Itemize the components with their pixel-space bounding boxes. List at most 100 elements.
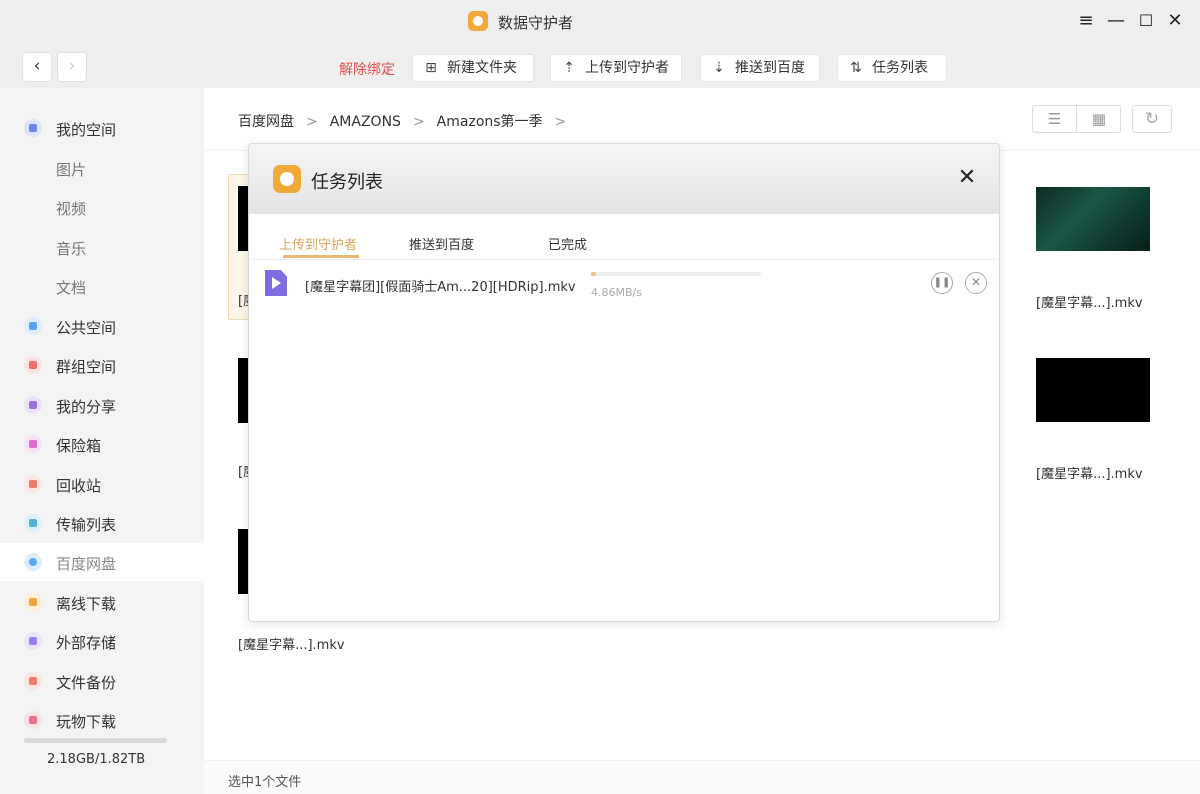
sidebar-item-external-storage[interactable]: 外部存储	[0, 622, 204, 660]
app-title: 数据守护者	[498, 14, 574, 32]
grid-view-icon[interactable]: ▦	[1077, 106, 1121, 132]
sidebar-item-videos[interactable]: 视频	[0, 188, 204, 226]
sort-arrows-icon: ⇅	[850, 60, 862, 76]
breadcrumb-item[interactable]: AMAZONS	[330, 114, 401, 130]
sidebar-item-safe[interactable]: 保险箱	[0, 425, 204, 463]
breadcrumb: 百度网盘 > AMAZONS > Amazons第一季 >	[238, 111, 578, 131]
sidebar-item-recycle-bin[interactable]: 回收站	[0, 465, 204, 503]
new-folder-button[interactable]: ⊞ 新建文件夹	[412, 54, 534, 82]
push-to-baidu-button[interactable]: ⇣ 推送到百度	[700, 54, 820, 82]
sidebar-item-my-share[interactable]: 我的分享	[0, 386, 204, 424]
sidebar-item-file-backup[interactable]: 文件备份	[0, 662, 204, 700]
push-label: 推送到百度	[735, 60, 805, 76]
sidebar-item-label: 音乐	[56, 240, 87, 258]
sidebar-item-pictures[interactable]: 图片	[0, 149, 204, 187]
sidebar-item-label: 文件备份	[56, 674, 117, 692]
baidu-cloud-icon	[24, 553, 42, 571]
sidebar-item-documents[interactable]: 文档	[0, 267, 204, 305]
new-folder-icon: ⊞	[425, 60, 437, 76]
download-icon	[24, 593, 42, 611]
close-icon[interactable]: ✕	[955, 166, 979, 190]
dialog-header: 任务列表 ✕	[249, 144, 999, 214]
chevron-right-icon: >	[412, 114, 425, 130]
view-toggle: ☰ ▦	[1032, 105, 1121, 133]
sidebar-item-label: 我的空间	[56, 121, 117, 139]
task-list-button[interactable]: ⇅ 任务列表	[837, 54, 947, 82]
tab-upload[interactable]: 上传到守护者	[279, 234, 357, 253]
sidebar-item-label: 公共空间	[56, 319, 117, 337]
sidebar-item-label: 百度网盘	[56, 555, 117, 573]
app-logo-icon	[468, 11, 488, 31]
cancel-icon[interactable]: ✕	[965, 272, 987, 294]
pause-icon[interactable]: ❚❚	[931, 272, 953, 294]
video-file-icon	[265, 270, 287, 296]
status-bar: 选中1个文件	[204, 760, 1200, 794]
sidebar-item-label: 回收站	[56, 477, 102, 495]
minimize-icon[interactable]: —	[1105, 10, 1127, 32]
file-name: [魔星字幕...].mkv	[238, 638, 345, 653]
progress-fill	[591, 272, 596, 276]
task-list-dialog: 任务列表 ✕ 上传到守护者 推送到百度 已完成 [魔星字幕团][假面骑士Am..…	[248, 143, 1000, 622]
storage-usage-bar	[24, 738, 167, 743]
sidebar-item-label: 文档	[56, 279, 87, 297]
menu-icon[interactable]: ≡	[1075, 10, 1097, 32]
sidebar-item-transfer-list[interactable]: 传输列表	[0, 504, 204, 542]
sidebar-item-offline-download[interactable]: 离线下载	[0, 583, 204, 621]
sidebar-item-baidu-cloud[interactable]: 百度网盘	[0, 543, 204, 581]
group-icon	[24, 356, 42, 374]
send-icon	[24, 317, 42, 335]
forward-button[interactable]: ›	[57, 52, 87, 82]
sidebar-item-group-space[interactable]: 群组空间	[0, 346, 204, 384]
trash-icon	[24, 475, 42, 493]
sidebar-item-label: 视频	[56, 200, 87, 218]
task-row[interactable]: [魔星字幕团][假面骑士Am...20][HDRip].mkv 4.86MB/s…	[249, 260, 999, 308]
task-list-label: 任务列表	[872, 60, 928, 76]
maximize-icon[interactable]: ☐	[1135, 10, 1157, 32]
sidebar-item-music[interactable]: 音乐	[0, 228, 204, 266]
download-icon: ⇣	[713, 60, 725, 76]
file-thumbnail[interactable]	[1036, 187, 1150, 251]
active-tab-indicator	[283, 255, 359, 258]
chevron-right-icon: >	[554, 114, 567, 130]
progress-bar	[591, 272, 761, 276]
chevron-right-icon: >	[306, 114, 318, 130]
tab-push-baidu[interactable]: 推送到百度	[409, 234, 474, 253]
sidebar-item-label: 图片	[56, 161, 87, 179]
file-name: [魔星字幕...].mkv	[1036, 467, 1143, 482]
share-icon	[24, 396, 42, 414]
transfer-speed: 4.86MB/s	[591, 286, 642, 299]
sidebar-item-label: 离线下载	[56, 595, 117, 613]
refresh-icon[interactable]: ↻	[1132, 105, 1172, 133]
usb-icon	[24, 632, 42, 650]
safe-icon	[24, 435, 42, 453]
sidebar-item-label: 保险箱	[56, 437, 102, 455]
file-thumbnail[interactable]	[1036, 358, 1150, 422]
sidebar-item-public-space[interactable]: 公共空间	[0, 307, 204, 345]
file-name: [魔星字幕...].mkv	[1036, 296, 1143, 311]
transfer-icon	[24, 514, 42, 532]
upload-button[interactable]: ⇡ 上传到守护者	[550, 54, 682, 82]
sidebar-item-my-space[interactable]: 我的空间	[0, 109, 204, 147]
title-bar: 数据守护者 ≡ — ☐ ✕	[0, 0, 1200, 44]
dialog-title: 任务列表	[311, 172, 383, 193]
new-folder-label: 新建文件夹	[447, 60, 517, 76]
sidebar: 我的空间 图片 视频 音乐 文档 公共空间 群组空间 我的分享 保险箱 回收站 …	[0, 88, 204, 794]
sidebar-item-label: 群组空间	[56, 358, 117, 376]
backup-icon	[24, 672, 42, 690]
sidebar-item-label: 玩物下载	[56, 713, 117, 731]
toolbar: ‹ › 解除绑定 ⊞ 新建文件夹 ⇡ 上传到守护者 ⇣ 推送到百度 ⇅ 任务列表	[0, 44, 1200, 88]
app-logo-icon	[273, 165, 301, 193]
upload-label: 上传到守护者	[585, 60, 669, 76]
wanwu-icon	[24, 711, 42, 729]
task-file-name: [魔星字幕团][假面骑士Am...20][HDRip].mkv	[305, 280, 576, 295]
breadcrumb-item[interactable]: 百度网盘	[238, 111, 294, 131]
list-view-icon[interactable]: ☰	[1033, 106, 1077, 132]
sidebar-item-wanwu-download[interactable]: 玩物下载	[0, 701, 204, 739]
unbind-link[interactable]: 解除绑定	[339, 59, 395, 79]
breadcrumb-item[interactable]: Amazons第一季	[437, 111, 543, 131]
back-button[interactable]: ‹	[22, 52, 52, 82]
tab-completed[interactable]: 已完成	[548, 234, 587, 253]
close-window-icon[interactable]: ✕	[1164, 10, 1186, 32]
sidebar-item-label: 我的分享	[56, 398, 117, 416]
upload-icon: ⇡	[563, 60, 575, 76]
